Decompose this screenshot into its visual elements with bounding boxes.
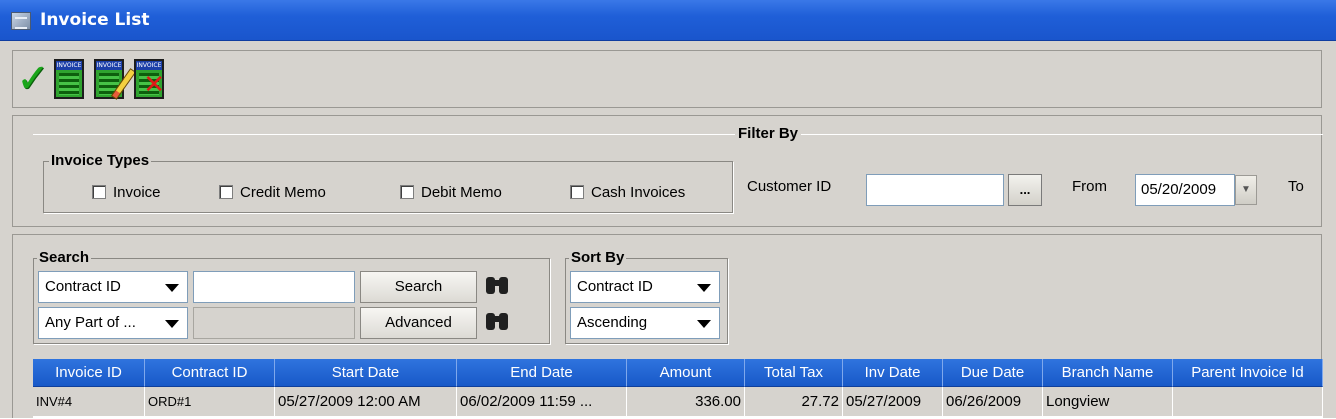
binoculars-icon[interactable] xyxy=(482,271,512,301)
invoice-button[interactable]: INVOICE xyxy=(53,55,85,103)
column-header[interactable]: End Date xyxy=(457,359,627,387)
column-header[interactable]: Amount xyxy=(627,359,745,387)
title-bar[interactable]: Invoice List xyxy=(0,0,1336,41)
sort-order-value: Ascending xyxy=(577,314,648,331)
chevron-down-icon: ▼ xyxy=(1241,184,1251,195)
search-input-secondary xyxy=(193,307,355,339)
checkmark-icon: ✓ xyxy=(16,57,50,101)
column-header[interactable]: Total Tax xyxy=(745,359,843,387)
search-field-value: Contract ID xyxy=(45,278,121,295)
window-icon xyxy=(11,12,31,30)
invoice-cancel-icon: INVOICE ✕ xyxy=(134,59,165,99)
checkbox-label: Credit Memo xyxy=(240,183,326,201)
invoice-table: Invoice ID Contract ID Start Date End Da… xyxy=(33,359,1323,419)
credit-memo-checkbox[interactable]: Credit Memo xyxy=(219,183,326,201)
invoice-types-title: Invoice Types xyxy=(49,152,152,169)
cell-total-tax: 27.72 xyxy=(745,387,843,417)
search-input[interactable] xyxy=(193,271,355,303)
search-title: Search xyxy=(37,249,92,266)
accept-button[interactable]: ✓ xyxy=(16,55,50,103)
sort-order-select[interactable]: Ascending xyxy=(570,307,720,339)
cell-parent-invoice-id xyxy=(1173,387,1323,417)
invoice-icon: INVOICE xyxy=(54,59,84,99)
cell-contract-id: ORD#1 xyxy=(145,387,275,417)
cell-invoice-id: INV#4 xyxy=(33,387,145,417)
column-header[interactable]: Parent Invoice Id xyxy=(1173,359,1323,387)
checkbox-box[interactable] xyxy=(92,185,106,199)
cell-branch-name: Longview xyxy=(1043,387,1173,417)
sort-field-value: Contract ID xyxy=(577,278,653,295)
search-mode-value: Any Part of ... xyxy=(45,314,136,331)
x-mark-icon: ✕ xyxy=(143,69,165,99)
cell-end-date: 06/02/2009 11:59 ... xyxy=(457,387,627,417)
chevron-down-icon xyxy=(697,284,711,292)
filter-title: Filter By xyxy=(735,125,802,142)
edit-invoice-button[interactable]: INVOICE xyxy=(93,55,137,103)
invoice-edit-icon: INVOICE xyxy=(94,59,137,100)
cell-due-date: 06/26/2009 xyxy=(943,387,1043,417)
customer-id-label: Customer ID xyxy=(747,178,832,195)
chevron-down-icon xyxy=(697,320,711,328)
column-header[interactable]: Branch Name xyxy=(1043,359,1173,387)
checkbox-box[interactable] xyxy=(570,185,584,199)
column-header[interactable]: Due Date xyxy=(943,359,1043,387)
from-date-dropdown-button[interactable]: ▼ xyxy=(1235,175,1257,205)
checkbox-label: Invoice xyxy=(113,183,161,201)
chevron-down-icon xyxy=(165,320,179,328)
checkbox-label: Debit Memo xyxy=(421,183,502,201)
column-header[interactable]: Contract ID xyxy=(145,359,275,387)
column-header[interactable]: Invoice ID xyxy=(33,359,145,387)
customer-id-input[interactable] xyxy=(866,174,1004,206)
sort-group: Sort By Contract ID Ascending xyxy=(565,249,728,344)
sort-field-select[interactable]: Contract ID xyxy=(570,271,720,303)
window-title: Invoice List xyxy=(40,10,150,30)
invoice-checkbox[interactable]: Invoice xyxy=(92,183,161,201)
binoculars-icon[interactable] xyxy=(482,307,512,337)
search-button[interactable]: Search xyxy=(360,271,477,303)
to-date-label: To xyxy=(1288,178,1304,195)
cash-invoices-checkbox[interactable]: Cash Invoices xyxy=(570,183,685,201)
sort-title: Sort By xyxy=(569,249,627,266)
checkbox-box[interactable] xyxy=(400,185,414,199)
column-header[interactable]: Inv Date xyxy=(843,359,943,387)
results-panel: Search Contract ID Any Part of ... Searc… xyxy=(12,234,1323,419)
search-field-select[interactable]: Contract ID xyxy=(38,271,188,303)
filter-divider xyxy=(33,134,1323,135)
checkbox-box[interactable] xyxy=(219,185,233,199)
checkbox-label: Cash Invoices xyxy=(591,183,686,201)
search-group: Search Contract ID Any Part of ... Searc… xyxy=(33,249,550,344)
chevron-down-icon xyxy=(165,284,179,292)
cancel-invoice-button[interactable]: INVOICE ✕ xyxy=(133,55,165,103)
from-date-label: From xyxy=(1072,178,1107,195)
cell-amount: 336.00 xyxy=(627,387,745,417)
filter-panel: Filter By Invoice Types Invoice Credit M… xyxy=(12,115,1323,227)
table-row[interactable]: INV#4 ORD#1 05/27/2009 12:00 AM 06/02/20… xyxy=(33,387,1323,417)
toolbar: ✓ INVOICE INVOICE INVOICE ✕ xyxy=(12,50,1322,108)
advanced-search-button[interactable]: Advanced xyxy=(360,307,477,339)
from-date-input[interactable]: 05/20/2009 xyxy=(1135,174,1235,206)
cell-inv-date: 05/27/2009 xyxy=(843,387,943,417)
table-header: Invoice ID Contract ID Start Date End Da… xyxy=(33,359,1323,387)
invoice-types-group: Invoice Types Invoice Credit Memo Debit … xyxy=(43,152,733,213)
debit-memo-checkbox[interactable]: Debit Memo xyxy=(400,183,502,201)
customer-lookup-button[interactable]: ... xyxy=(1008,174,1042,206)
search-mode-select[interactable]: Any Part of ... xyxy=(38,307,188,339)
cell-start-date: 05/27/2009 12:00 AM xyxy=(275,387,457,417)
column-header[interactable]: Start Date xyxy=(275,359,457,387)
invoice-list-window: Invoice List ✓ INVOICE INVOICE INVOICE ✕ xyxy=(0,0,1336,419)
